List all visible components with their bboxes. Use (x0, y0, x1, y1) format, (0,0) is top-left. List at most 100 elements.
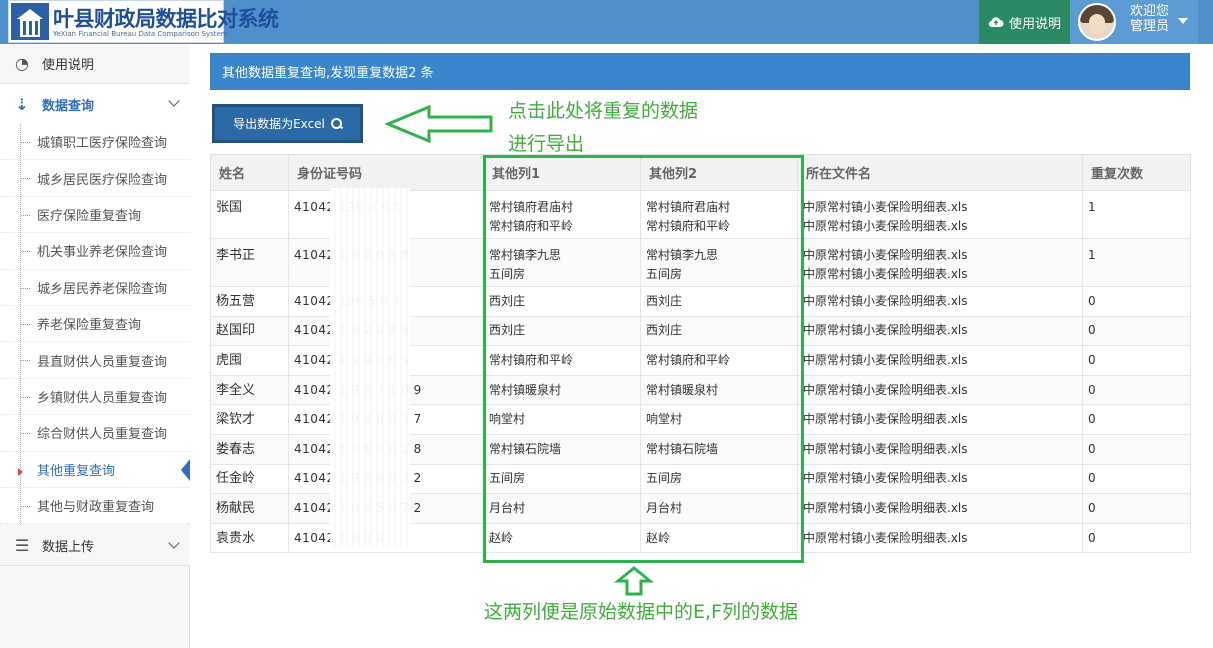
columns-annotation-text: 这两列便是原始数据中的E,F列的数据 (484, 601, 798, 623)
sidebar-item-label: 使用说明 (42, 58, 95, 73)
cell-count: 0 (1082, 286, 1191, 317)
sidebar-item-urban-employee-medical[interactable]: 城镇职工医疗保险查询 (0, 124, 190, 161)
cell-c1-line: 常村镇暖泉村 (489, 382, 562, 397)
cell-name: 李书正 (210, 238, 289, 287)
cell-c1-line: 西刘庄 (489, 323, 526, 338)
chevron-down-icon (168, 537, 180, 549)
system-logo[interactable]: 叶县财政局数据比对系统 YeXian Financial Bureau Data… (8, 0, 279, 43)
cell-filename-line: 中原常村镇小麦保险明细表.xls (803, 530, 968, 545)
export-excel-label: 导出数据为Excel (233, 117, 325, 131)
cell-filename-line: 中原常村镇小麦保险明细表.xls (803, 412, 968, 427)
active-pointer-icon (181, 458, 190, 481)
cell-c1: 常村镇暖泉村 (483, 374, 641, 406)
building-icon (11, 3, 49, 40)
sidebar-item-resident-pension[interactable]: 城乡居民养老保险查询 (0, 270, 190, 306)
search-icon (330, 118, 342, 129)
cell-name: 任金岭 (210, 463, 289, 495)
cell-count: 0 (1082, 315, 1191, 347)
cell-filename: 中原常村镇小麦保险明细表.xls (797, 345, 1083, 376)
data-query-submenu: 城镇职工医疗保险查询 城乡居民医疗保险查询 医疗保险重复查询 机关事业养老保险查… (0, 124, 190, 525)
sidebar-item-other-finance-duplicate[interactable]: 其他与财政重复查询 (0, 488, 190, 525)
top-header: 叶县财政局数据比对系统 YeXian Financial Bureau Data… (0, 0, 1213, 44)
cell-c1-line: 常村镇府和平岭 (489, 219, 574, 233)
cell-count: 0 (1082, 345, 1191, 376)
cell-c1-line: 常村镇石院墙 (489, 441, 562, 456)
sidebar-item-all-staff-duplicate[interactable]: 综合财供人员重复查询 (0, 415, 190, 452)
cell-c1-line: 赵岭 (489, 530, 514, 545)
help-button-label: 使用说明 (1008, 16, 1061, 32)
cell-name: 赵国印 (210, 315, 289, 347)
sidebar-item-label: 医疗保险重复查询 (37, 208, 142, 224)
cell-c1: 五间房 (483, 463, 641, 495)
sidebar-item-resident-medical[interactable]: 城乡居民医疗保险查询 (0, 160, 190, 197)
cell-name: 虎囤 (210, 345, 289, 376)
cell-filename: 中原常村镇小麦保险明细表.xls (797, 493, 1083, 524)
cell-filename: 中原常村镇小麦保险明细表.xls (797, 522, 1083, 554)
sidebar-item-data-upload[interactable]: ☰ 数据上传 (0, 526, 190, 566)
cell-filename-line: 中原常村镇小麦保险明细表.xls (803, 267, 968, 281)
cell-c2: 常村镇暖泉村 (640, 374, 798, 406)
arrow-left-annotation (385, 104, 493, 144)
cell-c2: 赵岭 (640, 522, 798, 554)
sidebar-item-county-staff-duplicate[interactable]: 县直财供人员重复查询 (0, 342, 190, 379)
export-excel-button[interactable]: 导出数据为Excel (212, 104, 363, 143)
column-header-name[interactable]: 姓名 (210, 154, 289, 191)
cell-c2: 响堂村 (640, 404, 798, 435)
cell-c1-line: 五间房 (489, 267, 526, 281)
cell-count: 0 (1082, 433, 1191, 465)
welcome-line: 欢迎您 (1130, 4, 1170, 19)
sidebar-item-institution-pension[interactable]: 机关事业养老保险查询 (0, 233, 190, 270)
sidebar-item-label: 综合财供人员重复查询 (37, 427, 168, 443)
system-subtitle: YeXian Financial Bureau Data Comparison … (53, 30, 228, 38)
column-header-filename[interactable]: 所在文件名 (797, 154, 1083, 191)
export-annotation-text: 点击此处将重复的数据进行导出 (508, 100, 699, 155)
cell-c1: 响堂村 (483, 404, 641, 435)
cell-c2: 西刘庄 (640, 315, 798, 347)
sidebar-item-town-staff-duplicate[interactable]: 乡镇财供人员重复查询 (0, 379, 190, 416)
cell-c1-line: 西刘庄 (489, 293, 526, 308)
cell-filename-line: 中原常村镇小麦保险明细表.xls (803, 382, 968, 397)
column-header-other1[interactable]: 其他列1 (483, 154, 641, 191)
dashboard-icon: ◔ (15, 54, 29, 73)
cell-filename-line: 中原常村镇小麦保险明细表.xls (803, 200, 968, 214)
sidebar-item-medical-duplicate[interactable]: 医疗保险重复查询 (0, 197, 190, 234)
cell-c1-line: 常村镇李九思 (489, 248, 562, 262)
caret-down-icon (1178, 18, 1188, 24)
cell-c2-line: 月台村 (646, 500, 683, 515)
sidebar: ◔ 使用说明 ⇣ 数据查询 城镇职工医疗保险查询 城乡居民医疗保险查询 医疗保险… (0, 44, 190, 648)
sidebar-item-label: 数据查询 (42, 98, 95, 114)
column-header-other2[interactable]: 其他列2 (640, 154, 798, 191)
sidebar-item-pension-duplicate[interactable]: 养老保险重复查询 (0, 306, 190, 343)
column-header-id[interactable]: 身份证号码 (288, 154, 484, 191)
cell-name: 杨献民 (210, 493, 289, 524)
cell-filename-line: 中原常村镇小麦保险明细表.xls (803, 352, 968, 367)
help-button[interactable]: 使用说明 (979, 0, 1070, 44)
sidebar-item-data-query[interactable]: ⇣ 数据查询 (0, 84, 190, 125)
cell-c1: 常村镇李九思 五间房 (483, 238, 641, 287)
sidebar-item-other-duplicate[interactable]: 其他重复查询 (0, 452, 190, 488)
cell-filename: 中原常村镇小麦保险明细表.xls (797, 286, 1083, 317)
sidebar-item-help[interactable]: ◔ 使用说明 (0, 44, 190, 84)
sidebar-item-label: 其他重复查询 (37, 463, 116, 479)
cell-count: 1 (1082, 190, 1191, 239)
cell-name: 袁贵水 (210, 522, 289, 554)
cell-c2-line: 五间房 (646, 471, 683, 486)
avatar (1078, 3, 1116, 41)
cell-filename-line: 中原常村镇小麦保险明细表.xls (803, 323, 968, 338)
cell-c2-line: 响堂村 (646, 412, 683, 427)
cell-filename: 中原常村镇小麦保险明细表.xls 中原常村镇小麦保险明细表.xls (797, 190, 1083, 239)
cell-c1: 西刘庄 (483, 286, 641, 317)
cell-c2: 常村镇府君庙村 常村镇府和平岭 (640, 190, 798, 239)
cell-c2: 五间房 (640, 463, 798, 495)
cell-c1-line: 响堂村 (489, 412, 526, 427)
cell-c2-line: 常村镇石院墙 (646, 441, 719, 456)
cell-filename-line: 中原常村镇小麦保险明细表.xls (803, 471, 968, 486)
sidebar-item-label: 数据上传 (42, 540, 95, 555)
cell-count: 0 (1082, 522, 1191, 554)
user-menu[interactable]: 欢迎您 管理员 (1070, 0, 1198, 44)
cell-count: 0 (1082, 404, 1191, 435)
arrow-up-annotation (614, 566, 654, 596)
column-header-count[interactable]: 重复次数 (1082, 154, 1191, 191)
cell-filename-line: 中原常村镇小麦保险明细表.xls (803, 500, 968, 515)
cell-c2-line: 常村镇府君庙村 (646, 200, 731, 214)
